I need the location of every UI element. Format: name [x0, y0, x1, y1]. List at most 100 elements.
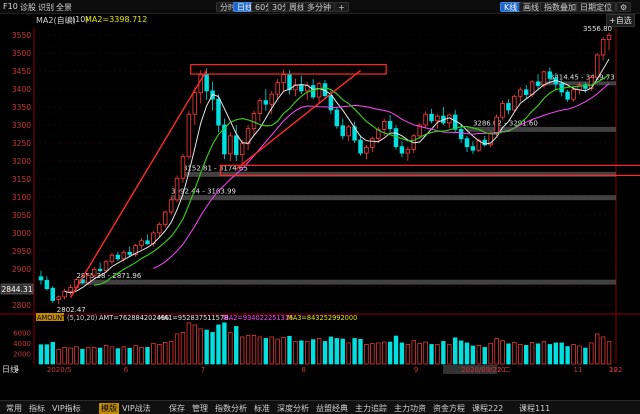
- amount-bar-up: [275, 338, 280, 365]
- amount-bar-down: [429, 344, 434, 365]
- amount-bar-down: [524, 344, 529, 365]
- amount-bar-down: [565, 346, 570, 365]
- amount-bar-down: [399, 342, 405, 365]
- bottom-tab-1[interactable]: 指标: [29, 403, 45, 414]
- candle-up: [541, 71, 547, 86]
- bottom-tab-13[interactable]: 资金方程: [433, 403, 465, 414]
- amount-bar-down: [470, 345, 476, 365]
- bottom-tab-11[interactable]: 主力追踪: [355, 403, 387, 414]
- candle-up: [600, 39, 606, 56]
- price-tick-label: 3150: [12, 175, 31, 184]
- candle-up: [606, 34, 612, 40]
- candle-down: [50, 287, 56, 301]
- kline-chart[interactable]: 3550 3500 3450 3400 3350 3300 3250 3200 3150 3100…: [0, 0, 640, 400]
- candle-up: [370, 138, 375, 148]
- amount-bar-up: [381, 341, 387, 365]
- zone-label: 3286.02 - 3291.60: [473, 119, 538, 127]
- candle-up: [86, 275, 91, 283]
- amount-bar-up: [376, 342, 381, 365]
- candle-up: [162, 211, 168, 225]
- bottom-tab-5[interactable]: 保存: [169, 403, 185, 414]
- down-arrow-icon: ↓: [14, 364, 21, 373]
- amount-bar-up: [109, 346, 115, 365]
- amount-indicator-param: (5,10,20): [67, 314, 97, 322]
- current-price-label: 2844.31: [1, 285, 32, 294]
- candle-up: [494, 116, 499, 134]
- bottom-tab-8[interactable]: 标准: [254, 403, 270, 414]
- amount-tick-label: 6000: [13, 330, 31, 338]
- candle-down: [506, 103, 511, 111]
- candle-down: [535, 81, 541, 86]
- candle-up: [168, 199, 174, 213]
- amount-bar-up: [370, 343, 375, 365]
- candle-down: [234, 135, 239, 155]
- amount-bar-up: [168, 341, 174, 365]
- amount-bar-down: [358, 338, 363, 365]
- amount-bar-up: [293, 341, 298, 365]
- candle-up: [103, 261, 109, 272]
- amount-bar-down: [287, 335, 292, 365]
- amount-bar-up: [600, 336, 606, 365]
- candle-up: [346, 126, 351, 137]
- bottom-tab-2[interactable]: VIP指标: [52, 403, 81, 414]
- amount-bar-down: [127, 347, 132, 365]
- bottom-tab-3[interactable]: 模版: [99, 403, 119, 414]
- candle-down: [38, 276, 44, 281]
- amount-bar-down: [145, 347, 150, 365]
- price-tick-label: 3450: [12, 67, 31, 76]
- amount-bar-down: [44, 344, 50, 365]
- candle-up: [316, 83, 322, 98]
- candle-down: [127, 251, 132, 255]
- amount-bar-down: [393, 335, 399, 365]
- candle-down: [452, 114, 458, 130]
- amount-bar-down: [535, 343, 541, 365]
- amount-bar-up: [281, 337, 286, 365]
- bottom-tab-10[interactable]: 益盟经典: [316, 403, 348, 414]
- high-price-label: 3556.80: [583, 25, 612, 33]
- time-tick-label: 202: [609, 366, 622, 374]
- amount-bar-down: [453, 337, 458, 365]
- price-tick-label: 3100: [12, 193, 31, 202]
- amount-bar-down: [328, 336, 334, 365]
- bottom-tab-14[interactable]: 课程222: [472, 403, 503, 414]
- amount-bar-up: [529, 341, 535, 365]
- time-tick-label: 8: [301, 366, 305, 374]
- amount-bar-up: [423, 341, 428, 365]
- amount-bar-up: [186, 322, 192, 365]
- bottom-tab-6[interactable]: 管理: [192, 403, 208, 414]
- amount-bar-down: [352, 338, 357, 365]
- bottom-tab-0[interactable]: 常用: [6, 403, 22, 414]
- price-tick-label: 3050: [12, 211, 31, 220]
- candle-down: [115, 254, 121, 260]
- price-tick-label: 3500: [12, 49, 31, 58]
- candle-up: [500, 103, 505, 118]
- candle-down: [145, 240, 150, 245]
- amount-bar-down: [334, 338, 340, 365]
- zone-band: [171, 195, 616, 201]
- manual-annotations: [69, 64, 640, 298]
- amount-bar-up: [488, 342, 493, 365]
- amount-bar-down: [216, 324, 221, 365]
- amount-bar-up: [269, 336, 274, 365]
- candle-up: [139, 240, 144, 246]
- bottom-tab-9[interactable]: 深度分析: [277, 403, 309, 414]
- candle-up: [228, 135, 233, 155]
- candle-down: [334, 109, 340, 127]
- candle-down: [204, 74, 209, 92]
- bottom-tab-15[interactable]: 课程111: [519, 403, 550, 414]
- candle-down: [523, 89, 529, 95]
- bottom-tab-7[interactable]: 指数分析: [215, 403, 247, 414]
- bottom-tab-4[interactable]: VIP战法: [122, 403, 151, 414]
- amount-tick-label: 2000: [13, 351, 31, 359]
- bottom-tab-12[interactable]: 主力功资: [394, 403, 426, 414]
- amount-bar-down: [547, 344, 553, 365]
- candle-up: [180, 156, 186, 179]
- amount-ma1-value: MA1=952837511578: [158, 314, 228, 322]
- price-tick-label: 3250: [12, 139, 31, 148]
- time-tick-label: 11: [574, 366, 583, 374]
- amount-bar-down: [559, 342, 564, 365]
- amount-bar-down: [263, 338, 269, 365]
- ma2-green-line: [94, 74, 610, 286]
- price-tick-label: 3000: [12, 229, 31, 238]
- zone-band: [76, 279, 616, 285]
